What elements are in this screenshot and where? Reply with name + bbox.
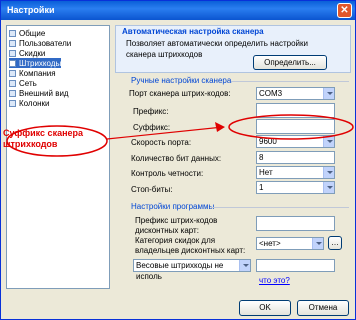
annotation-overlay bbox=[6, 114, 354, 157]
settings-window: Настройки ✕ Общие Пользователи Скидки Шт… bbox=[0, 0, 356, 320]
annotation-ellipse bbox=[6, 125, 108, 157]
annotation-arrow bbox=[106, 126, 224, 140]
arrowhead bbox=[215, 122, 225, 132]
suffix-highlight-ellipse bbox=[228, 114, 354, 140]
